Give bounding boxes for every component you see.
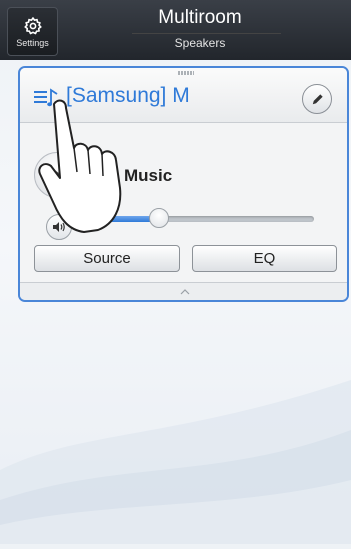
track-title: Music bbox=[124, 166, 173, 185]
play-button[interactable] bbox=[34, 152, 80, 198]
speaker-card-header: [Samsung] M bbox=[20, 68, 347, 123]
playlist-icon[interactable] bbox=[34, 88, 60, 108]
volume-button[interactable] bbox=[46, 214, 72, 240]
page-subtitle: Speakers bbox=[174, 36, 226, 50]
speaker-card: [Samsung] M Music Source EQ bbox=[18, 66, 349, 302]
gear-icon bbox=[23, 16, 42, 34]
collapse-bar[interactable] bbox=[20, 282, 347, 300]
drag-handle[interactable] bbox=[178, 71, 194, 75]
app-header: Settings Multiroom Speakers bbox=[0, 0, 351, 60]
volume-slider-handle[interactable] bbox=[149, 208, 170, 228]
speaker-icon bbox=[53, 222, 65, 232]
volume-slider[interactable] bbox=[102, 208, 314, 228]
edit-button[interactable] bbox=[302, 84, 332, 114]
title-divider bbox=[132, 33, 281, 34]
play-icon bbox=[53, 169, 62, 181]
device-name[interactable]: [Samsung] M bbox=[66, 84, 190, 108]
chevron-up-icon bbox=[180, 289, 190, 295]
pencil-icon bbox=[312, 93, 323, 104]
page-title: Multiroom bbox=[158, 7, 242, 28]
eq-button[interactable]: EQ bbox=[192, 245, 337, 272]
background-waves bbox=[0, 360, 351, 544]
settings-label: Settings bbox=[16, 37, 49, 48]
settings-button[interactable]: Settings bbox=[7, 7, 58, 56]
source-button[interactable]: Source bbox=[34, 245, 180, 272]
